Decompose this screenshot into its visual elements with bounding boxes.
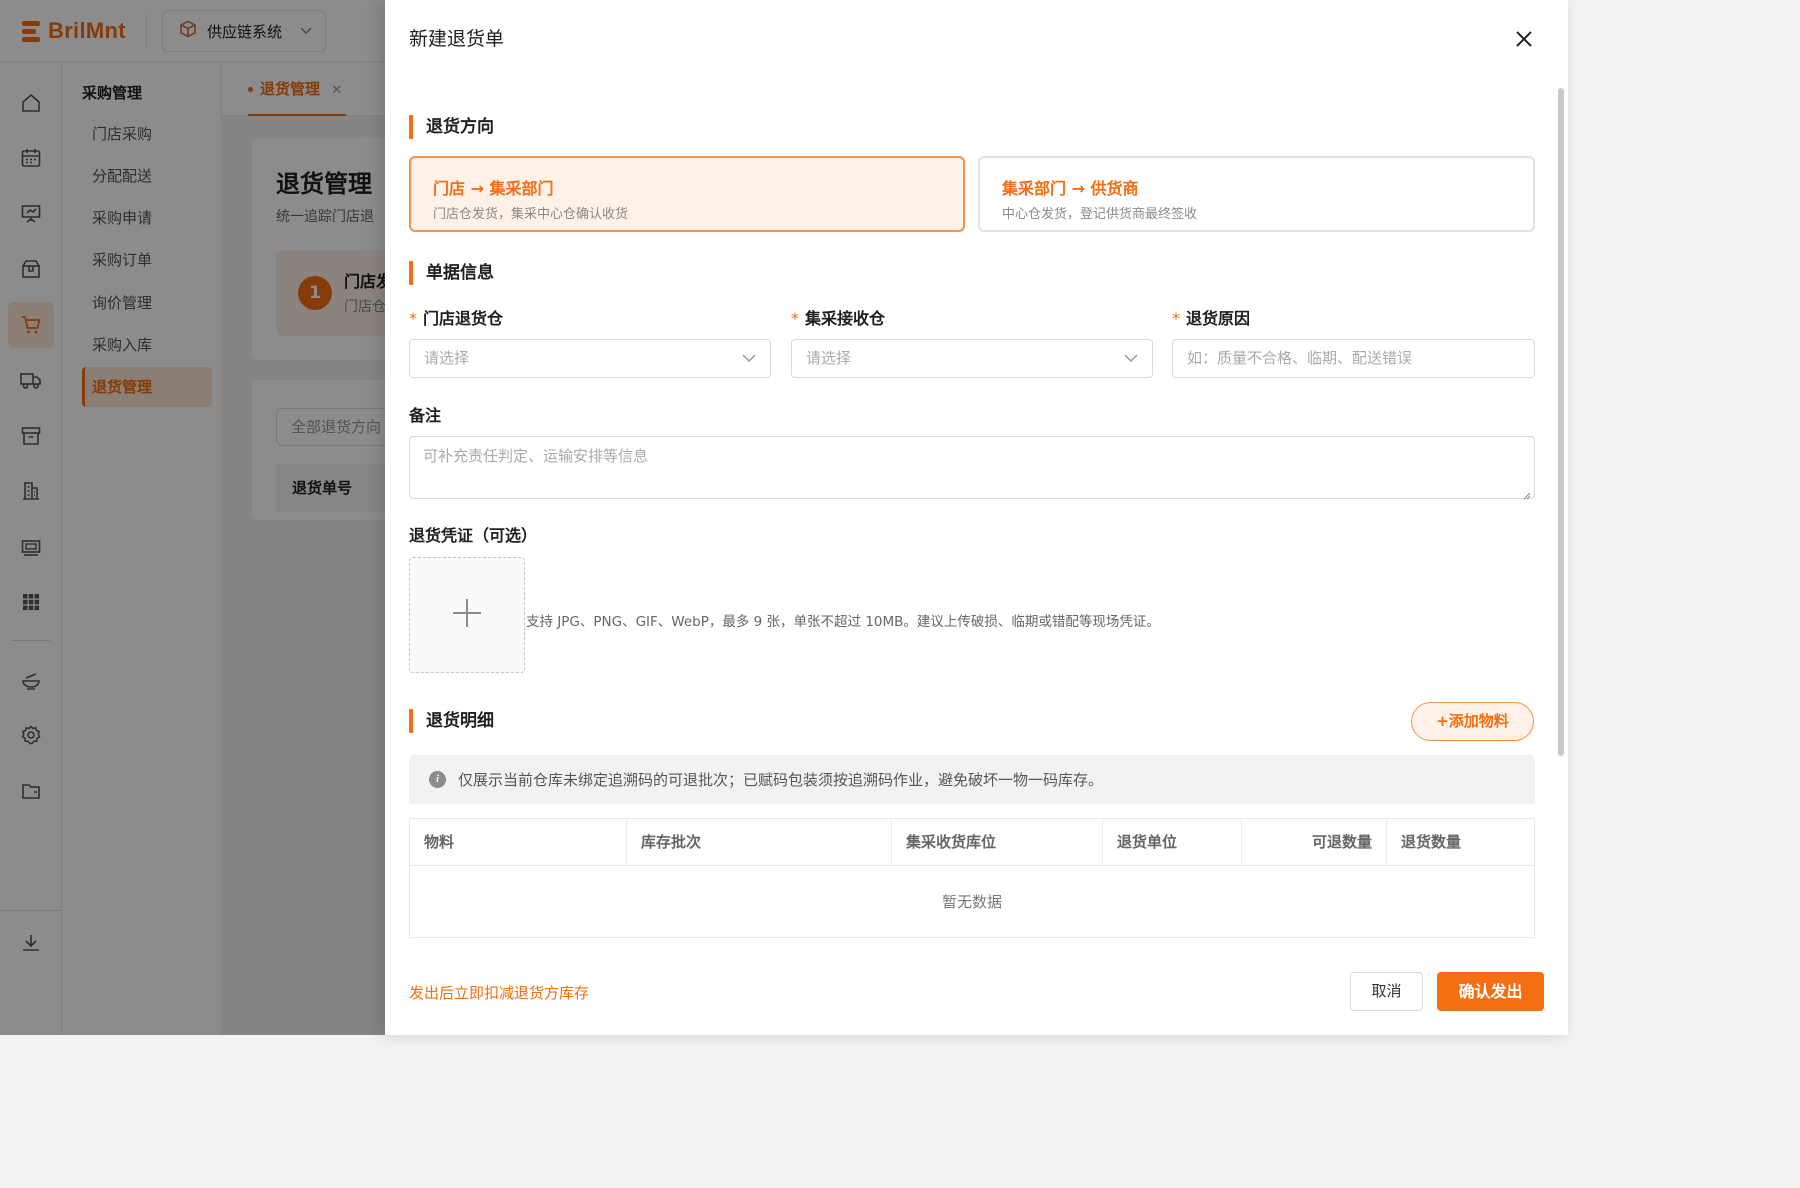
scrollbar[interactable] bbox=[1558, 88, 1564, 756]
required-mark: * bbox=[791, 309, 799, 328]
info-alert: i 仅展示当前仓库未绑定追溯码的可退批次；已赋码包装须按追溯码作业，避免破坏一物… bbox=[409, 755, 1535, 804]
note-textarea[interactable]: 可补充责任判定、运输安排等信息 bbox=[409, 436, 1535, 500]
direction-option-central-to-supplier[interactable]: 集采部门 → 供货商 中心仓发货，登记供货商最终签收 bbox=[978, 156, 1535, 232]
store-warehouse-placeholder: 请选择 bbox=[424, 349, 470, 367]
column-header-returnable-qty: 可退数量 bbox=[1242, 819, 1387, 866]
info-icon: i bbox=[429, 771, 446, 788]
direction-option-desc: 门店仓发货，集采中心仓确认收货 bbox=[433, 207, 629, 222]
cancel-button[interactable]: 取消 bbox=[1350, 972, 1423, 1011]
chevron-down-icon bbox=[742, 340, 756, 391]
confirm-button[interactable]: 确认发出 bbox=[1437, 972, 1544, 1011]
central-warehouse-label: * 集采接收仓 bbox=[791, 305, 885, 329]
direction-option-title: 门店 → 集采部门 bbox=[433, 179, 554, 198]
new-return-drawer: 新建退货单 退货方向 门店 → 集采部门 门店仓发货，集采中心仓确认收货 集采部… bbox=[385, 0, 1568, 1035]
upload-label: 退货凭证（可选） bbox=[409, 526, 538, 545]
section-title-detail: 退货明细 bbox=[409, 709, 494, 733]
return-reason-placeholder: 如：质量不合格、临期、配送错误 bbox=[1187, 349, 1413, 367]
empty-state: 暂无数据 bbox=[941, 893, 1002, 911]
direction-option-desc: 中心仓发货，登记供货商最终签收 bbox=[1002, 207, 1198, 222]
direction-option-store-to-central[interactable]: 门店 → 集采部门 门店仓发货，集采中心仓确认收货 bbox=[409, 156, 965, 232]
required-mark: * bbox=[1172, 309, 1180, 328]
upload-hint: 支持 JPG、PNG、GIF、WebP，最多 9 张，单张不超过 10MB。建议… bbox=[526, 614, 1160, 630]
add-material-button[interactable]: +添加物料 bbox=[1411, 702, 1534, 741]
direction-option-title: 集采部门 → 供货商 bbox=[1002, 179, 1139, 198]
return-reason-input[interactable]: 如：质量不合格、临期、配送错误 bbox=[1172, 339, 1535, 378]
drawer-title: 新建退货单 bbox=[409, 28, 505, 50]
required-mark: * bbox=[409, 309, 417, 328]
chevron-down-icon bbox=[1124, 340, 1138, 391]
note-label: 备注 bbox=[409, 406, 442, 425]
plus-icon bbox=[452, 598, 482, 632]
column-header-unit: 退货单位 bbox=[1103, 819, 1242, 866]
close-icon[interactable] bbox=[1511, 26, 1537, 52]
central-warehouse-label-text: 集采接收仓 bbox=[805, 309, 886, 328]
info-alert-text: 仅展示当前仓库未绑定追溯码的可退批次；已赋码包装须按追溯码作业，避免破坏一物一码… bbox=[458, 771, 1104, 789]
resize-handle-icon[interactable] bbox=[1522, 486, 1531, 500]
section-title-direction: 退货方向 bbox=[409, 115, 494, 139]
footer-note: 发出后立即扣减退货方库存 bbox=[409, 984, 590, 1002]
section-title-info: 单据信息 bbox=[409, 261, 494, 285]
store-warehouse-label-text: 门店退货仓 bbox=[423, 309, 504, 328]
central-warehouse-placeholder: 请选择 bbox=[806, 349, 852, 367]
return-detail-table: 物料 库存批次 集采收货库位 退货单位 可退数量 退货数量 暂无数据 bbox=[409, 818, 1535, 938]
return-reason-label-text: 退货原因 bbox=[1186, 309, 1251, 328]
note-placeholder: 可补充责任判定、运输安排等信息 bbox=[423, 447, 649, 465]
upload-button[interactable] bbox=[409, 557, 525, 673]
column-header-location: 集采收货库位 bbox=[892, 819, 1103, 866]
central-warehouse-select[interactable]: 请选择 bbox=[791, 339, 1153, 378]
store-warehouse-select[interactable]: 请选择 bbox=[409, 339, 771, 378]
store-warehouse-label: * 门店退货仓 bbox=[409, 305, 503, 329]
column-header-return-qty: 退货数量 bbox=[1401, 833, 1462, 851]
return-reason-label: * 退货原因 bbox=[1172, 305, 1250, 329]
column-header-material: 物料 bbox=[410, 819, 627, 866]
column-header-batch: 库存批次 bbox=[627, 819, 892, 866]
table-header-row: 物料 库存批次 集采收货库位 退货单位 可退数量 退货数量 bbox=[410, 819, 1534, 866]
